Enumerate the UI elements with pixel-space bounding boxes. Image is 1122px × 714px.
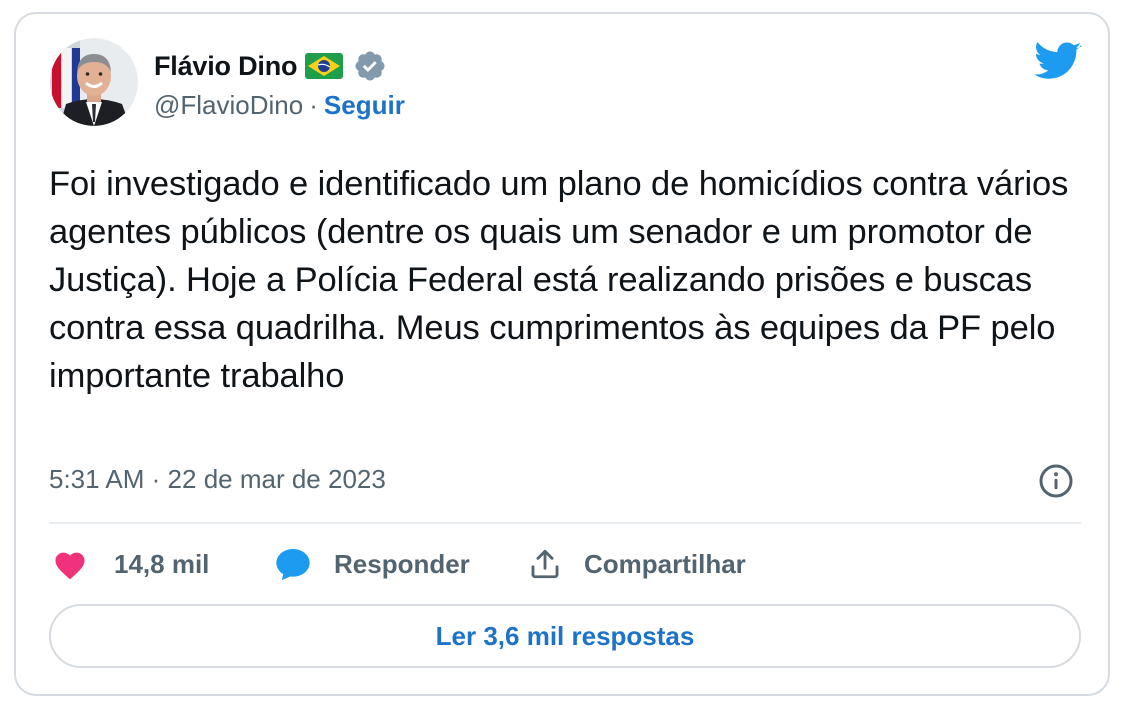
brazil-flag-icon [305,53,344,79]
tweet-text: Foi investigado e identificado um plano … [49,165,1069,395]
share-icon [531,549,559,579]
follow-button[interactable]: Seguir [324,90,405,121]
like-count: 14,8 mil [114,548,210,579]
verified-badge-icon [355,51,385,81]
avatar[interactable] [50,38,138,126]
share-label: Compartilhar [584,548,746,579]
author-display-name[interactable]: Flávio Dino [154,51,298,82]
reply-bubble-icon [276,548,310,581]
author-handle-row: @FlavioDino · Seguir [154,90,405,121]
handle-separator: · [309,90,318,120]
author-handle[interactable]: @FlavioDino [154,90,303,121]
heart-icon [55,552,85,580]
tweet-time: 5:31 AM [49,464,145,494]
author-name-row: Flávio Dino [154,48,387,84]
like-button[interactable]: 14,8 mil [52,542,209,586]
reply-label: Responder [334,548,470,579]
reply-button[interactable]: Responder [274,542,470,586]
tweet-card: Flávio Dino @FlavioDino · Seguir Foi inv… [14,12,1110,696]
tweet-timestamp[interactable]: 5:31 AM · 22 de mar de 2023 [49,464,386,495]
read-replies-button[interactable]: Ler 3,6 mil respostas [49,604,1081,668]
tweet-date: 22 de mar de 2023 [167,464,386,494]
meta-separator: · [151,464,161,494]
info-icon[interactable] [1038,463,1074,499]
twitter-bird-icon[interactable] [1034,42,1082,82]
share-button[interactable]: Compartilhar [528,542,746,586]
read-replies-label: Ler 3,6 mil respostas [435,620,695,651]
divider [49,522,1081,524]
